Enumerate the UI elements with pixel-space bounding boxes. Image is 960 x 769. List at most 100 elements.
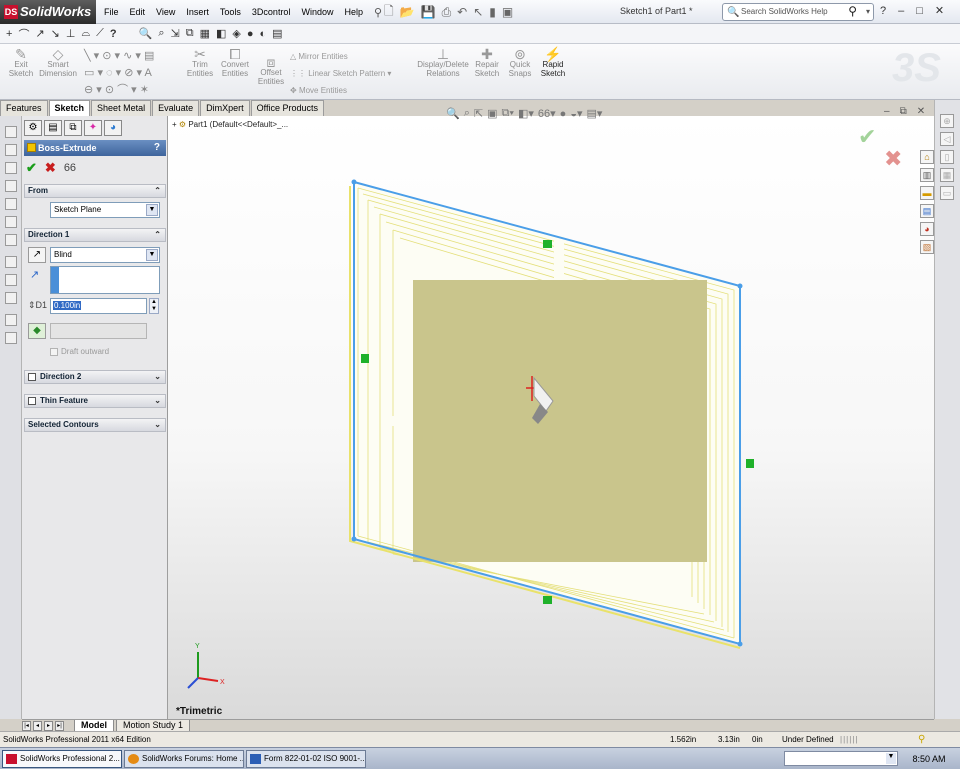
back-icon[interactable]: ◁ — [940, 132, 954, 146]
dimxpert-manager-tab-icon[interactable]: ✦ — [84, 120, 102, 136]
display-manager-tab-icon[interactable]: ◕ — [104, 120, 122, 136]
centerline-icon[interactable]: ↘ — [51, 27, 60, 40]
convert-entities-button[interactable]: ⧠ Convert Entities — [218, 47, 252, 78]
file-explorer-icon[interactable]: ▬ — [920, 186, 934, 200]
rebuild-indicator-icon[interactable]: ⚲ — [918, 732, 925, 747]
mirror-feature-icon[interactable] — [5, 332, 17, 344]
quick-snaps-button[interactable]: ⊚ Quick Snaps — [506, 47, 534, 78]
view-palette-icon[interactable]: ▤ — [920, 204, 934, 218]
sketch-vertex[interactable] — [351, 179, 357, 185]
rapid-sketch-button[interactable]: ⚡ Rapid Sketch — [538, 47, 568, 78]
section-view-icon[interactable]: ⧉ — [186, 27, 194, 40]
revolve-cut-icon[interactable] — [5, 216, 17, 228]
smart-dimension-button[interactable]: ◇ Smart Dimension — [38, 47, 78, 78]
options-icon[interactable]: ▣ — [502, 5, 513, 19]
vertical-relation-icon[interactable] — [746, 459, 754, 468]
last-tab-arrow-icon[interactable]: ▸| — [55, 720, 64, 731]
cancel-x-icon[interactable]: ✖ — [45, 160, 56, 176]
solidworks-logo[interactable]: DS SolidWorks — [0, 0, 96, 24]
tab-model[interactable]: Model — [74, 719, 114, 732]
prev-tab-arrow-icon[interactable]: ◂ — [33, 720, 42, 731]
direction2-section-header[interactable]: Direction 2 ⌄ — [24, 370, 166, 384]
from-section-header[interactable]: From ⌃ — [24, 184, 166, 198]
tab-sketch[interactable]: Sketch — [48, 100, 91, 116]
slot-tool-icon[interactable]: ⊖ ▾ ⊙ ⌒ ▾ ✶ — [84, 82, 154, 99]
sketch-vertex[interactable] — [351, 536, 357, 542]
display-style-icon[interactable]: ◧ — [216, 27, 226, 40]
exit-sketch-button[interactable]: ✎ Exit Sketch — [6, 47, 36, 78]
help-button[interactable]: ? — [154, 140, 160, 156]
horizontal-relation-icon[interactable] — [543, 596, 552, 604]
hide-show-icon[interactable]: ◈ — [232, 27, 240, 40]
tab-office-products[interactable]: Office Products — [250, 100, 324, 116]
whats-wrong-icon[interactable]: ? — [110, 28, 117, 40]
sketch-vertex[interactable] — [737, 641, 743, 647]
tab-evaluate[interactable]: Evaluate — [152, 100, 200, 116]
depth-input[interactable]: 0.100in — [50, 298, 147, 314]
search-input[interactable]: 🔍 Search SolidWorks Help ⚲ ▾ — [722, 3, 874, 21]
taskbar-address-box[interactable]: ▼ — [784, 751, 898, 766]
line-tool-icon[interactable]: ╲ ▾ ⊙ ▾ ∿ ▾ ▤ — [84, 48, 154, 65]
save-icon[interactable]: 💾 — [421, 5, 436, 19]
horizontal-relation-icon[interactable] — [543, 240, 552, 248]
pin-icon[interactable]: ⚲ — [374, 6, 382, 19]
fillet-icon[interactable]: ⌓ — [81, 27, 90, 40]
pin-icon[interactable]: ⊕ — [940, 114, 954, 128]
trim-entities-button[interactable]: ✂ Trim Entities — [186, 47, 214, 78]
loft-icon[interactable] — [5, 180, 17, 192]
feature-manager-tab-icon[interactable]: ⚙ — [24, 120, 42, 136]
tab-dimxpert[interactable]: DimXpert — [200, 100, 250, 116]
repair-sketch-button[interactable]: ✚ Repair Sketch — [472, 47, 502, 78]
add-relation-icon[interactable]: ⊥ — [66, 27, 76, 40]
reverse-direction-icon[interactable]: ↗ — [28, 247, 46, 263]
chamfer-icon[interactable]: ⟋ — [96, 27, 104, 40]
end-condition-select[interactable]: Blind ▼ — [50, 247, 160, 263]
undo-icon[interactable]: ↶ — [457, 5, 467, 19]
revolve-boss-icon[interactable] — [5, 144, 17, 156]
thin-feature-checkbox[interactable] — [28, 396, 36, 405]
display-delete-relations-button[interactable]: ⊥ Display/Delete Relations — [414, 47, 472, 78]
selected-contours-section-header[interactable]: Selected Contours ⌄ — [24, 418, 166, 432]
depth-spinner[interactable]: ▲ ▼ — [149, 298, 159, 314]
mirror-entities-button[interactable]: △ Mirror Entities — [290, 52, 348, 61]
direction1-section-header[interactable]: Direction 1 ⌃ — [24, 228, 166, 242]
configuration-manager-tab-icon[interactable]: ⧉ — [64, 120, 82, 136]
line-icon[interactable]: ↗ — [35, 27, 44, 40]
property-manager-tab-icon[interactable]: ▤ — [44, 120, 62, 136]
new-document-icon[interactable]: 🗋 — [384, 2, 394, 23]
direction-reference-list[interactable] — [50, 266, 160, 294]
taskbar-item-word-doc[interactable]: Form 822-01-02 ISO 9001-... — [246, 750, 366, 768]
menu-3dcontrol[interactable]: 3Dcontrol — [252, 7, 291, 17]
layout-icon[interactable]: ▦ — [940, 168, 954, 182]
close-button[interactable]: ✕ — [935, 4, 944, 17]
scene-icon[interactable]: ◐ — [260, 28, 267, 40]
draft-icon[interactable] — [5, 292, 17, 304]
menu-file[interactable]: File — [104, 7, 119, 17]
minimize-button[interactable]: – — [898, 5, 904, 17]
search-go-icon[interactable]: ⚲ — [848, 3, 857, 19]
chevron-down-icon[interactable]: ▾ — [866, 4, 870, 20]
from-select[interactable]: Sketch Plane ▼ — [50, 202, 160, 218]
custom-properties-icon[interactable]: ▧ — [920, 240, 934, 254]
linear-pattern-button[interactable]: ⋮⋮ Linear Sketch Pattern ▾ — [290, 69, 391, 78]
point-icon[interactable]: + — [6, 28, 12, 40]
restore-button[interactable]: □ — [916, 5, 923, 17]
tab-sheet-metal[interactable]: Sheet Metal — [91, 100, 152, 116]
menu-tools[interactable]: Tools — [220, 7, 241, 17]
menu-edit[interactable]: Edit — [130, 7, 146, 17]
sketch-vertex[interactable] — [737, 283, 743, 289]
tile-icon[interactable]: ▭ — [940, 186, 954, 200]
shell-icon[interactable] — [5, 314, 17, 326]
extrude-cut-icon[interactable] — [5, 198, 17, 210]
offset-entities-button[interactable]: ⧈ Offset Entities — [255, 55, 287, 86]
previous-view-icon[interactable]: ⇲ — [170, 27, 179, 40]
solidworks-resources-icon[interactable]: ⌂ — [920, 150, 934, 164]
detailed-preview-icon[interactable]: 66 — [64, 162, 76, 174]
first-tab-arrow-icon[interactable]: |◂ — [22, 720, 31, 731]
thin-feature-section-header[interactable]: Thin Feature ⌄ — [24, 394, 166, 408]
next-tab-arrow-icon[interactable]: ▸ — [44, 720, 53, 731]
taskbar-item-forums[interactable]: SolidWorks Forums: Home ... — [124, 750, 244, 768]
pattern-icon[interactable] — [5, 256, 17, 268]
zoom-area-icon[interactable]: ⌕ — [158, 27, 164, 40]
system-clock[interactable]: 8:50 AM — [900, 750, 958, 768]
